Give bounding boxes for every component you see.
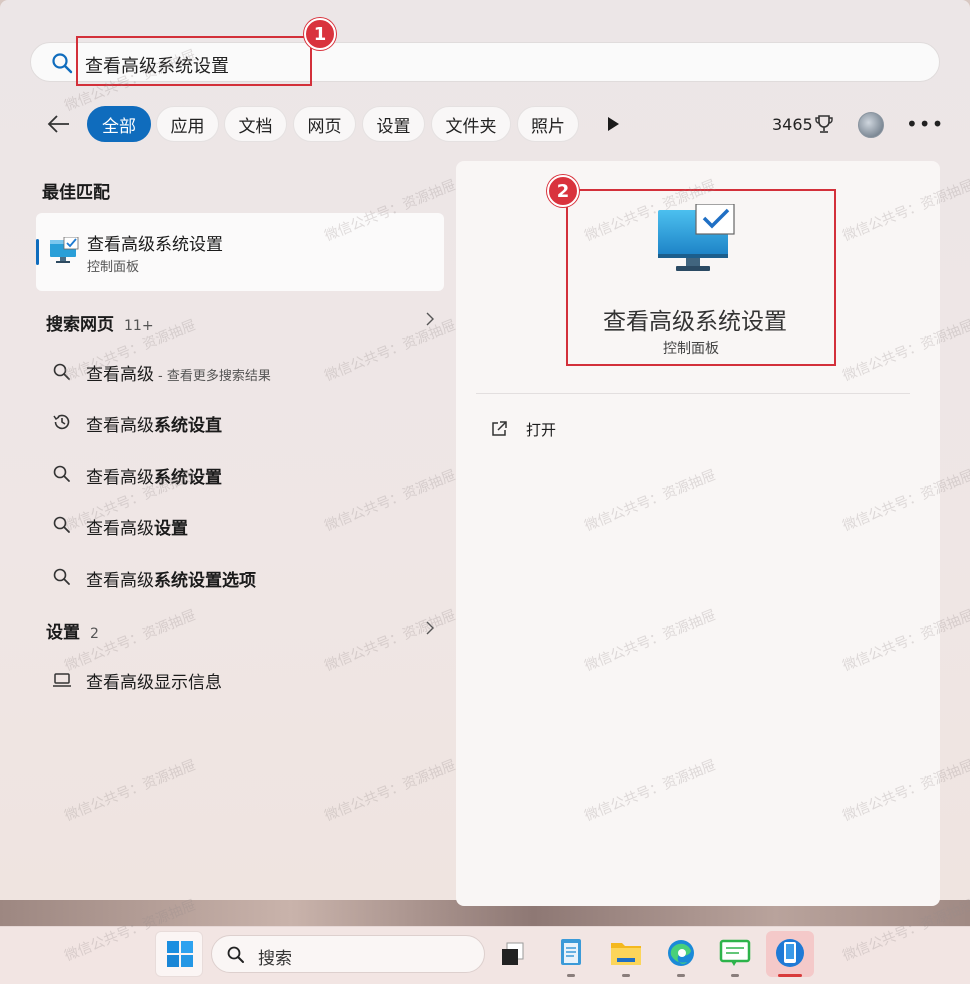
running-indicator <box>567 974 575 977</box>
settings-heading: 设置 2 <box>46 623 99 643</box>
best-match-title: 查看高级系统设置 <box>87 235 223 255</box>
notepad-icon <box>561 939 581 965</box>
search-icon <box>53 568 70 585</box>
more-filters-play-icon[interactable] <box>605 116 621 132</box>
filter-chip-documents[interactable]: 文档 <box>224 106 287 142</box>
best-match-heading: 最佳匹配 <box>42 183 110 203</box>
active-app-indicator <box>778 974 802 977</box>
search-icon <box>52 53 73 74</box>
user-avatar[interactable] <box>858 112 884 138</box>
web-suggestion-1[interactable]: 查看高级 - 查看更多搜索结果 <box>86 360 271 385</box>
filter-chip-folders[interactable]: 文件夹 <box>431 106 511 142</box>
taskbar-search-box[interactable]: 搜索 <box>211 935 485 973</box>
file-explorer-button[interactable] <box>602 931 650 977</box>
divider <box>476 393 910 394</box>
taskbar <box>0 926 970 984</box>
task-view-button[interactable] <box>491 931 539 977</box>
edge-icon <box>668 940 694 966</box>
system-monitor-icon <box>50 237 79 263</box>
running-indicator <box>731 974 739 977</box>
web-suggestion-3[interactable]: 查看高级系统设置 <box>86 463 222 488</box>
running-indicator <box>622 974 630 977</box>
selection-indicator <box>36 239 39 265</box>
filter-chip-photos[interactable]: 照片 <box>517 106 579 142</box>
rewards-points: 3465 <box>772 115 813 134</box>
open-external-icon[interactable] <box>490 420 508 438</box>
system-monitor-icon <box>658 204 735 271</box>
windows-logo-icon <box>167 941 193 967</box>
filter-chip-all[interactable]: 全部 <box>87 106 151 142</box>
web-search-heading: 搜索网页 11+ <box>46 315 154 335</box>
web-suggestion-2[interactable]: 查看高级系统设直 <box>86 411 222 436</box>
detail-subtitle: 控制面板 <box>663 341 719 357</box>
annotation-badge-1: 1 <box>304 18 336 50</box>
running-indicator <box>677 974 685 977</box>
chat-icon <box>719 939 751 966</box>
web-search-count: 11+ <box>124 318 154 334</box>
history-icon <box>53 414 70 430</box>
detail-title: 查看高级系统设置 <box>603 309 787 335</box>
start-button[interactable] <box>155 931 203 977</box>
notepad-button[interactable] <box>547 931 595 977</box>
filter-chip-apps[interactable]: 应用 <box>156 106 219 142</box>
more-options-icon[interactable]: ••• <box>906 112 944 136</box>
chevron-right-icon[interactable] <box>424 312 436 326</box>
taskbar-search-label: 搜索 <box>258 949 292 969</box>
filter-chip-settings[interactable]: 设置 <box>362 106 425 142</box>
search-icon <box>227 946 244 963</box>
open-action[interactable]: 打开 <box>526 419 556 440</box>
search-icon <box>53 363 70 380</box>
back-arrow-icon[interactable] <box>46 112 72 136</box>
filter-chip-web[interactable]: 网页 <box>293 106 356 142</box>
settings-count: 2 <box>90 626 99 642</box>
file-explorer-icon <box>611 943 641 965</box>
laptop-icon <box>53 673 71 687</box>
web-suggestion-5[interactable]: 查看高级系统设置选项 <box>86 566 256 591</box>
web-suggestion-4[interactable]: 查看高级设置 <box>86 514 188 539</box>
phone-link-button[interactable] <box>766 931 814 977</box>
annotation-box-1 <box>76 36 312 86</box>
best-match-result[interactable]: 查看高级系统设置 控制面板 <box>36 213 444 291</box>
chat-app-button[interactable] <box>711 931 759 977</box>
task-view-icon <box>502 942 524 965</box>
phone-link-icon <box>776 939 804 967</box>
annotation-badge-2: 2 <box>547 175 579 207</box>
search-icon <box>53 465 70 482</box>
settings-result-1[interactable]: 查看高级显示信息 <box>86 668 222 693</box>
trophy-icon[interactable] <box>814 114 834 134</box>
chevron-right-icon[interactable] <box>424 621 436 635</box>
search-icon <box>53 516 70 533</box>
edge-button[interactable] <box>657 931 705 977</box>
best-match-subtitle: 控制面板 <box>87 260 140 275</box>
